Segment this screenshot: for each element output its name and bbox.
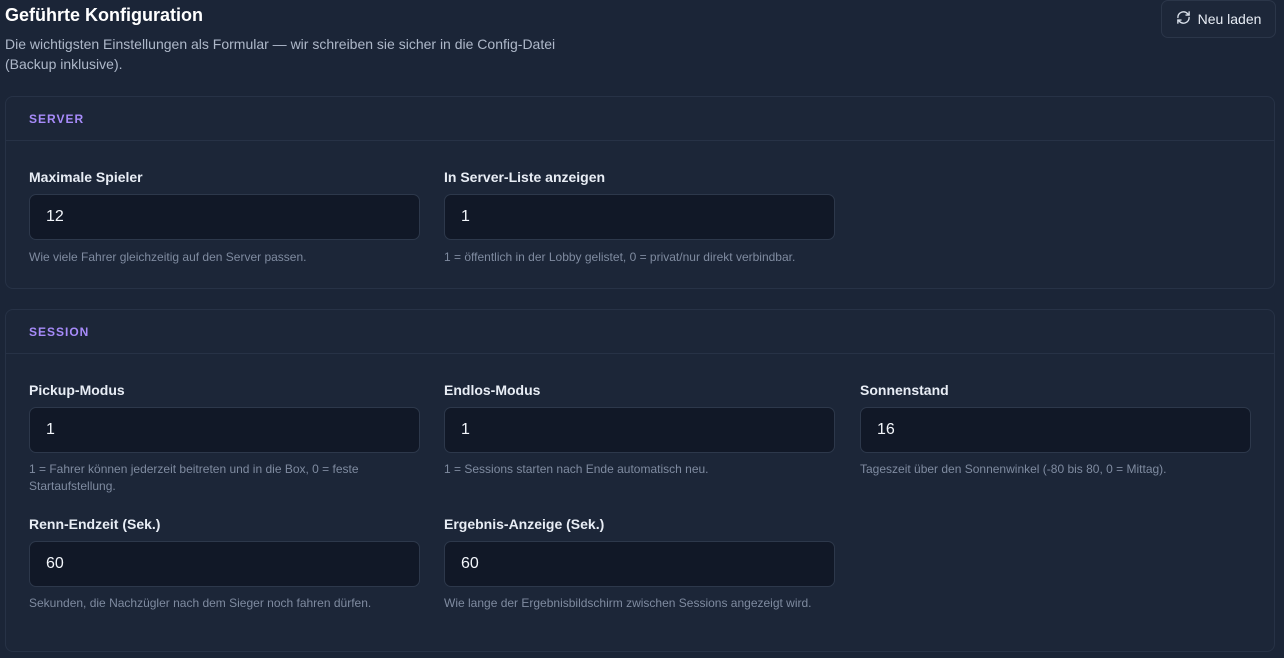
server-list-label: In Server-Liste anzeigen <box>444 169 606 185</box>
endless-mode-label: Endlos-Modus <box>444 382 541 398</box>
pickup-mode-input[interactable] <box>29 407 420 453</box>
pickup-mode-field: Pickup-Modus 1 = Fahrer können jederzeit… <box>29 381 420 493</box>
race-end-time-hint: Sekunden, die Nachzügler nach dem Sieger… <box>29 596 372 610</box>
sun-position-field: Sonnenstand Tageszeit über den Sonnenwin… <box>860 381 1251 476</box>
endless-mode-field: Endlos-Modus 1 = Sessions starten nach E… <box>444 381 835 476</box>
reload-button[interactable]: Neu laden <box>1161 0 1276 38</box>
server-list-hint: 1 = öffentlich in der Lobby gelistet, 0 … <box>444 250 796 264</box>
session-section-header: SESSION <box>6 310 1274 354</box>
result-display-hint: Wie lange der Ergebnisbildschirm zwische… <box>444 596 812 610</box>
sun-position-hint: Tageszeit über den Sonnenwinkel (-80 bis… <box>860 462 1167 476</box>
result-display-field: Ergebnis-Anzeige (Sek.) Wie lange der Er… <box>444 515 835 610</box>
session-section-title: SESSION <box>29 324 90 339</box>
pickup-mode-hint: 1 = Fahrer können jederzeit beitreten un… <box>29 462 359 493</box>
page-description: Die wichtigsten Einstellungen als Formul… <box>5 36 556 72</box>
guided-config-page: Geführte Konfiguration Die wichtigsten E… <box>0 0 1284 658</box>
max-players-label: Maximale Spieler <box>29 169 143 185</box>
result-display-label: Ergebnis-Anzeige (Sek.) <box>444 516 605 532</box>
sun-position-input[interactable] <box>860 407 1251 453</box>
pickup-mode-label: Pickup-Modus <box>29 382 125 398</box>
race-end-time-input[interactable] <box>29 541 420 587</box>
race-end-time-field: Renn-Endzeit (Sek.) Sekunden, die Nachzü… <box>29 515 420 610</box>
server-list-field: In Server-Liste anzeigen 1 = öffentlich … <box>444 168 835 264</box>
max-players-input[interactable] <box>29 194 420 240</box>
endless-mode-hint: 1 = Sessions starten nach Ende automatis… <box>444 462 709 476</box>
server-section: SERVER Maximale Spieler Wie viele Fahrer… <box>5 96 1275 289</box>
server-section-header: SERVER <box>6 97 1274 141</box>
refresh-icon <box>1176 10 1191 28</box>
session-section: SESSION Pickup-Modus 1 = Fahrer können j… <box>5 309 1275 652</box>
endless-mode-input[interactable] <box>444 407 835 453</box>
server-list-input[interactable] <box>444 194 835 240</box>
race-end-time-label: Renn-Endzeit (Sek.) <box>29 516 161 532</box>
sun-position-label: Sonnenstand <box>860 382 949 398</box>
page-title: Geführte Konfiguration <box>5 5 203 25</box>
max-players-field: Maximale Spieler Wie viele Fahrer gleich… <box>29 168 420 264</box>
server-section-title: SERVER <box>29 111 85 126</box>
result-display-input[interactable] <box>444 541 835 587</box>
page-header: Geführte Konfiguration Die wichtigsten E… <box>5 4 565 74</box>
max-players-hint: Wie viele Fahrer gleichzeitig auf den Se… <box>29 250 307 264</box>
reload-button-label: Neu laden <box>1197 11 1262 27</box>
